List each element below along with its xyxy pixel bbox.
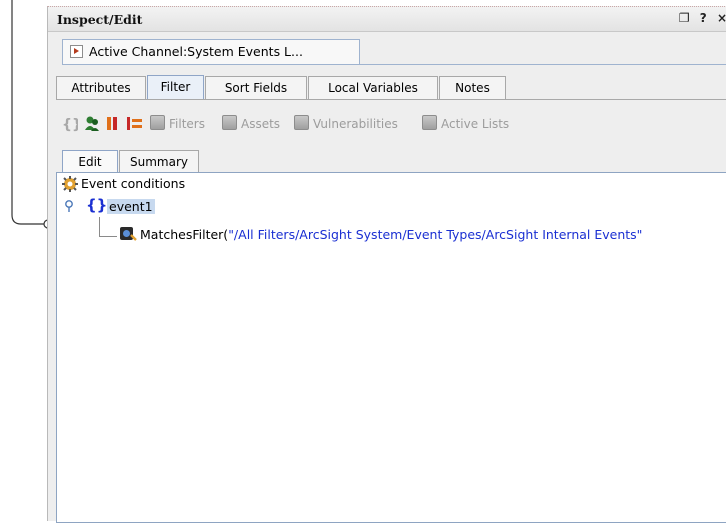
panel-title: Inspect/Edit [57, 12, 143, 27]
tab-edit[interactable]: Edit [62, 150, 118, 173]
tab-notes[interactable]: Notes [439, 76, 506, 99]
tree-connector [99, 217, 100, 236]
inspect-edit-panel: Inspect/Edit ❐ ? × Active Channel:System… [47, 6, 726, 523]
filters-label: Filters [169, 117, 205, 131]
filter-condition-icon [120, 227, 137, 241]
assets-button[interactable]: Assets [222, 115, 280, 131]
tab-filter[interactable]: Filter [147, 75, 204, 100]
expand-handle-icon[interactable] [64, 199, 76, 215]
tab-active-channel-label: Active Channel:System Events L... [89, 44, 303, 59]
rows-icon[interactable] [126, 115, 144, 133]
vulnerabilities-button[interactable]: Vulnerabilities [294, 115, 398, 131]
condition-editor: Event conditions {} event1 MatchesFilter… [56, 172, 726, 523]
tree-node-event1[interactable]: event1 [107, 199, 155, 214]
assets-label: Assets [241, 117, 281, 131]
tree-root-event-conditions[interactable]: Event conditions [81, 176, 185, 191]
tab-local-variables[interactable]: Local Variables [308, 76, 438, 99]
vulnerabilities-icon [294, 115, 309, 130]
help-icon[interactable]: ? [700, 11, 707, 25]
window-controls: ❐ ? × [673, 11, 726, 25]
condition-filter-path: "/All Filters/ArcSight System/Event Type… [228, 227, 643, 242]
braces-group-icon: {} [86, 196, 108, 214]
active-lists-button[interactable]: Active Lists [422, 115, 509, 131]
tab-sort-fields[interactable]: Sort Fields [205, 76, 307, 99]
users-icon[interactable] [84, 115, 100, 133]
close-icon[interactable]: × [717, 11, 726, 25]
tab-active-channel[interactable]: Active Channel:System Events L... [62, 39, 360, 64]
tab-attributes[interactable]: Attributes [56, 76, 146, 99]
vulnerabilities-label: Vulnerabilities [313, 117, 398, 131]
active-lists-icon [422, 115, 437, 130]
braces-icon[interactable]: {} [62, 115, 78, 133]
assets-icon [222, 115, 237, 130]
play-icon [70, 45, 83, 58]
tree-node-matches-filter[interactable]: MatchesFilter("/All Filters/ArcSight Sys… [140, 227, 642, 242]
tab-summary[interactable]: Summary [119, 150, 199, 173]
gear-icon [62, 176, 78, 192]
columns-icon[interactable] [106, 115, 122, 133]
panel-titlebar: Inspect/Edit ❐ ? × [48, 7, 726, 32]
active-lists-label: Active Lists [441, 117, 510, 131]
filters-icon [150, 115, 165, 130]
restore-icon[interactable]: ❐ [679, 11, 690, 25]
svg-text:{}: {} [62, 117, 78, 133]
doc-tab-divider [62, 64, 726, 65]
tabs-divider [56, 99, 726, 100]
filters-button[interactable]: Filters [150, 115, 205, 131]
tree-connector [99, 236, 117, 237]
condition-function: MatchesFilter( [140, 227, 229, 242]
